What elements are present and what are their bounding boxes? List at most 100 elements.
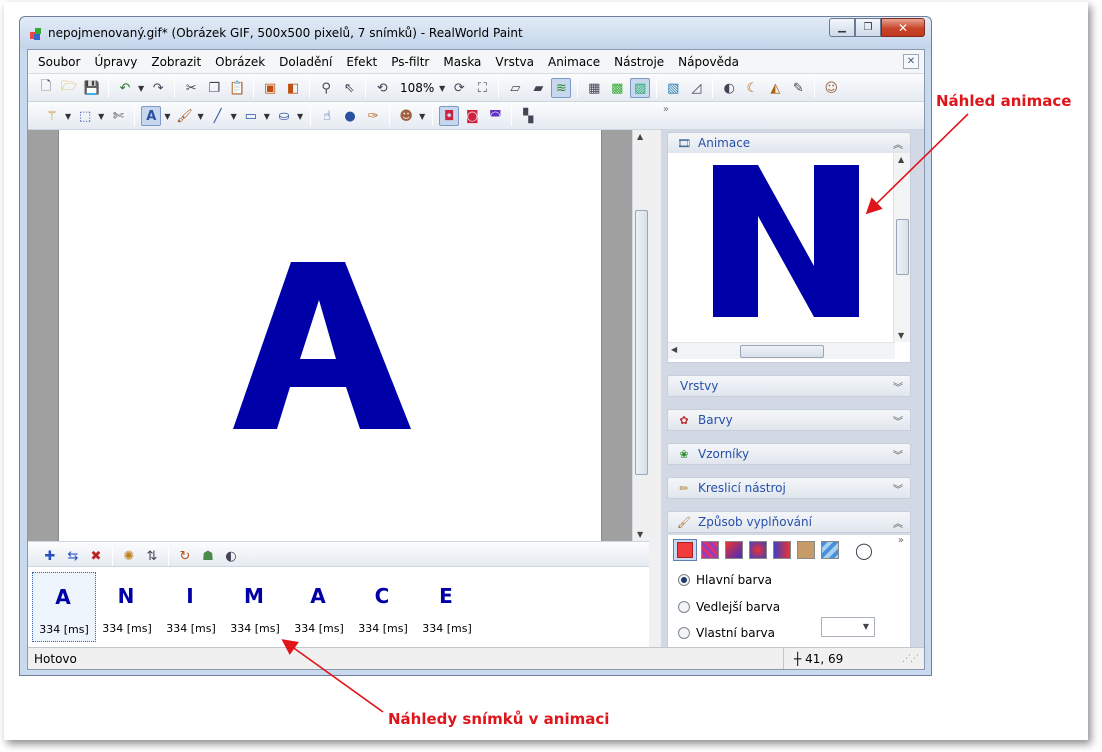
pattern-fill-button[interactable] — [821, 541, 839, 559]
blend-add-icon[interactable]: ◙ — [462, 106, 482, 126]
finger-smudge-icon[interactable]: ☝ — [317, 106, 337, 126]
cut-icon[interactable]: ✂ — [181, 78, 201, 98]
save-icon[interactable]: 💾 — [82, 78, 102, 98]
frame-thumbnail[interactable]: N 334 [ms] — [96, 572, 160, 642]
brush-dropdown-icon[interactable]: ▼ — [197, 112, 203, 121]
fill-option-primary[interactable]: Hlavní barva — [678, 573, 772, 587]
fill-option-custom[interactable]: Vlastní barva — [678, 626, 775, 640]
layer-stack-icon[interactable]: ≋ — [551, 78, 572, 98]
crop-icon[interactable]: ▣ — [260, 78, 280, 98]
person-tool-icon[interactable]: ☻ — [396, 106, 416, 126]
menu-ps-filtr[interactable]: Ps-filtr — [384, 55, 436, 69]
onion-skin-icon[interactable]: ☗ — [198, 546, 218, 566]
lasso-icon[interactable]: ✄ — [108, 106, 128, 126]
scroll-down-icon[interactable]: ▼ — [898, 331, 904, 340]
menu-animace[interactable]: Animace — [541, 55, 607, 69]
duplicate-frame-icon[interactable]: ⇆ — [63, 546, 83, 566]
toolbar-overflow-icon[interactable]: » — [898, 535, 904, 546]
menu-doladeni[interactable]: Doladění — [272, 55, 339, 69]
frame-thumbnail[interactable]: M 334 [ms] — [224, 572, 288, 642]
expand-icon[interactable]: ︾ — [893, 413, 903, 428]
wand-dropdown-icon[interactable]: ▼ — [65, 112, 71, 121]
pixel-grid-icon[interactable]: ▩ — [607, 78, 627, 98]
texture-fill-button[interactable] — [797, 541, 815, 559]
preview-horizontal-scrollbar[interactable]: ◀ — [668, 342, 895, 359]
wand-icon[interactable]: ⚲ — [316, 78, 336, 98]
panel-header-zpusob[interactable]: 🖌 Způsob vyplňování ︽ — [667, 511, 911, 533]
undo-dropdown-icon[interactable]: ▼ — [138, 84, 144, 93]
user-icon[interactable]: ☺ — [821, 78, 841, 98]
reorder-frames-icon[interactable]: ⇅ — [142, 546, 162, 566]
canvas-vertical-scrollbar[interactable]: ▲ ▼ — [632, 130, 649, 541]
open-folder-icon[interactable]: 🗁 — [59, 78, 79, 98]
panel-header-vzorniky[interactable]: ❀ Vzorníky ︾ — [667, 443, 911, 465]
triangle-ruler-icon[interactable]: ◭ — [765, 78, 785, 98]
layer-down-icon[interactable]: ▱ — [505, 78, 525, 98]
scroll-up-icon[interactable]: ▲ — [637, 132, 643, 141]
linear-gradient-button[interactable] — [725, 541, 743, 559]
fill-option-secondary[interactable]: Vedlejší barva — [678, 600, 780, 614]
collapse-icon[interactable]: ︽ — [893, 515, 903, 530]
new-file-icon[interactable]: 🗋 — [36, 78, 56, 98]
expand-icon[interactable]: ︾ — [893, 481, 903, 496]
blend-normal-icon[interactable]: ◘ — [439, 106, 460, 126]
contrast-icon[interactable]: ◐ — [719, 78, 739, 98]
fit-screen-icon[interactable]: ⛶ — [472, 78, 492, 98]
menu-napoveda[interactable]: Nápověda — [671, 55, 746, 69]
scroll-left-icon[interactable]: ◀ — [671, 345, 677, 354]
rectangle-tool-icon[interactable]: ▭ — [241, 106, 261, 126]
frame-settings-icon[interactable]: ✺ — [119, 546, 139, 566]
image-canvas[interactable] — [58, 130, 602, 541]
zoom-in-icon[interactable]: ⟳ — [449, 78, 469, 98]
line-dropdown-icon[interactable]: ▼ — [231, 112, 237, 121]
layer-up-icon[interactable]: ▰ — [528, 78, 548, 98]
text-tool-icon[interactable]: A — [141, 106, 162, 126]
redo-icon[interactable]: ↷ — [148, 78, 168, 98]
panel-header-vrstvy[interactable]: Vrstvy ︾ — [667, 375, 911, 397]
grid-icon[interactable]: ▦ — [584, 78, 604, 98]
rect-dropdown-icon[interactable]: ▼ — [264, 112, 270, 121]
zoom-out-icon[interactable]: ⟲ — [372, 78, 392, 98]
fill-bucket-icon[interactable]: ⛀ — [274, 106, 294, 126]
selection-icon[interactable]: ⬚ — [75, 106, 95, 126]
frame-thumbnail[interactable]: I 334 [ms] — [160, 572, 224, 642]
help-pointer-icon[interactable]: ⇖ — [339, 78, 359, 98]
ruler-icon[interactable]: ◿ — [686, 78, 706, 98]
collapse-icon[interactable]: ︽ — [893, 136, 903, 151]
zoom-dropdown-icon[interactable]: ▼ — [439, 84, 445, 93]
pixel-pattern-icon[interactable]: ▚ — [518, 106, 538, 126]
toolbar-overflow-icon[interactable]: » — [663, 104, 669, 115]
scroll-down-icon[interactable]: ▼ — [637, 530, 643, 539]
expand-icon[interactable]: ︾ — [893, 379, 903, 394]
panel-header-barvy[interactable]: ✿ Barvy ︾ — [667, 409, 911, 431]
magic-wand-icon[interactable]: ⚚ — [42, 106, 62, 126]
copy-icon[interactable]: ❐ — [204, 78, 224, 98]
scroll-thumb[interactable] — [896, 219, 909, 275]
scroll-up-icon[interactable]: ▲ — [898, 155, 904, 164]
minimize-button[interactable]: ▁ — [829, 18, 855, 37]
hatch-fill-button[interactable] — [701, 541, 719, 559]
brush-icon[interactable]: ✎ — [788, 78, 808, 98]
radio-button[interactable] — [678, 601, 690, 613]
eyedropper-icon[interactable]: ✑ — [363, 106, 383, 126]
maximize-button[interactable]: ❐ — [855, 18, 881, 37]
text-dropdown-icon[interactable]: ▼ — [164, 112, 170, 121]
menu-obrazek[interactable]: Obrázek — [208, 55, 272, 69]
menu-vrstva[interactable]: Vrstva — [488, 55, 541, 69]
solid-fill-button[interactable] — [673, 539, 697, 561]
person-dropdown-icon[interactable]: ▼ — [419, 112, 425, 121]
frame-thumbnail[interactable]: E 334 [ms] — [416, 572, 480, 642]
no-fill-icon[interactable]: ◯ — [854, 540, 874, 560]
menu-maska[interactable]: Maska — [436, 55, 488, 69]
radio-button[interactable] — [678, 627, 690, 639]
image-view-icon[interactable]: ▨ — [630, 78, 651, 98]
line-tool-icon[interactable]: ╱ — [208, 106, 228, 126]
menu-zobrazit[interactable]: Zobrazit — [144, 55, 208, 69]
delete-frame-icon[interactable]: ✖ — [86, 546, 106, 566]
sphere-icon[interactable]: ● — [340, 106, 360, 126]
radio-button[interactable] — [678, 574, 690, 586]
selection-dropdown-icon[interactable]: ▼ — [98, 112, 104, 121]
resize-grip-icon[interactable]: ⋰⋰ — [902, 654, 919, 664]
picture-icon[interactable]: ▧ — [663, 78, 683, 98]
scroll-thumb[interactable] — [740, 345, 824, 358]
